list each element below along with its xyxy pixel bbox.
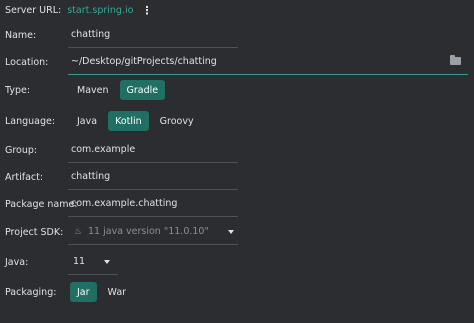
location-label: Location:	[5, 56, 49, 68]
chevron-down-icon	[104, 260, 110, 264]
location-field[interactable]: ~/Desktop/gitProjects/chatting	[68, 49, 468, 75]
chevron-down-icon	[228, 230, 234, 234]
language-option-java[interactable]: Java	[70, 111, 104, 131]
packaging-label: Packaging:	[5, 286, 57, 298]
packaging-option-jar[interactable]: Jar	[70, 282, 97, 302]
project-sdk-row: Project SDK: ♨ 11 java version "11.0.10"	[0, 219, 474, 245]
kebab-menu-icon[interactable]: ⋮	[141, 4, 152, 17]
language-label: Language:	[5, 115, 56, 127]
location-value: ~/Desktop/gitProjects/chatting	[71, 56, 217, 67]
name-field[interactable]: chatting	[68, 22, 238, 48]
project-sdk-value: 11 java version "11.0.10"	[88, 226, 209, 237]
group-row: Group: com.example	[0, 137, 474, 163]
group-field[interactable]: com.example	[68, 137, 238, 163]
language-segmented: Java Kotlin Groovy	[70, 111, 201, 131]
server-url-row: Server URL: start.spring.io ⋮	[0, 0, 474, 20]
name-label: Name:	[5, 29, 37, 41]
java-version-value: 11	[73, 256, 86, 267]
language-option-kotlin[interactable]: Kotlin	[108, 111, 149, 131]
artifact-row: Artifact: chatting	[0, 164, 474, 190]
packaging-option-war[interactable]: War	[101, 282, 134, 302]
type-segmented: Maven Gradle	[70, 80, 166, 100]
type-label: Type:	[5, 84, 31, 96]
server-url-label: Server URL:	[5, 4, 62, 16]
language-option-groovy[interactable]: Groovy	[153, 111, 201, 131]
language-row: Language: Java Kotlin Groovy	[0, 108, 474, 134]
packaging-row: Packaging: Jar War	[0, 279, 474, 305]
package-name-label: Package name:	[5, 198, 78, 210]
server-url-link[interactable]: start.spring.io	[67, 5, 133, 16]
package-name-value: com.example.chatting	[71, 198, 178, 209]
artifact-value: chatting	[71, 171, 111, 182]
type-row: Type: Maven Gradle	[0, 77, 474, 103]
name-value: chatting	[71, 29, 111, 40]
packaging-segmented: Jar War	[70, 282, 133, 302]
artifact-label: Artifact:	[5, 171, 44, 183]
java-version-dropdown[interactable]: 11	[68, 249, 118, 275]
group-value: com.example	[71, 144, 136, 155]
java-label: Java:	[5, 256, 29, 268]
java-row: Java: 11	[0, 249, 474, 275]
package-name-field[interactable]: com.example.chatting	[68, 191, 238, 217]
group-label: Group:	[5, 144, 38, 156]
java-sdk-icon: ♨	[74, 226, 83, 237]
type-option-maven[interactable]: Maven	[70, 80, 116, 100]
location-row: Location: ~/Desktop/gitProjects/chatting	[0, 49, 474, 75]
project-sdk-dropdown[interactable]: ♨ 11 java version "11.0.10"	[68, 219, 238, 245]
name-row: Name: chatting	[0, 22, 474, 48]
package-name-row: Package name: com.example.chatting	[0, 191, 474, 217]
project-sdk-label: Project SDK:	[5, 226, 64, 238]
folder-icon[interactable]	[450, 55, 461, 65]
type-option-gradle[interactable]: Gradle	[119, 80, 166, 100]
artifact-field[interactable]: chatting	[68, 164, 238, 190]
